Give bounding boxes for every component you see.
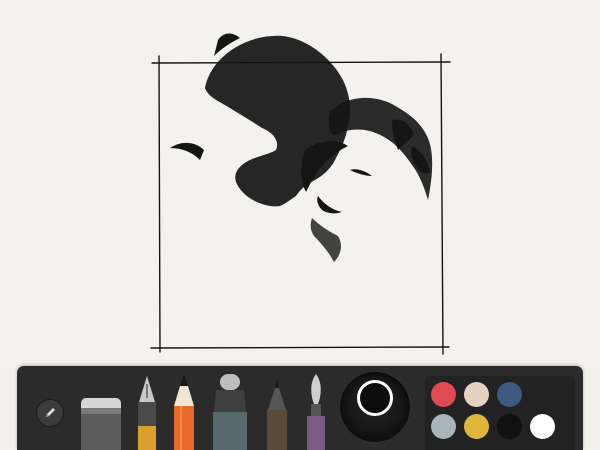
marker-icon [213,374,247,450]
color-wheel-button[interactable] [340,372,410,442]
tool-tray [17,366,583,450]
fountain-pen-tool[interactable] [135,374,159,450]
color-palette [425,376,575,450]
drawing-canvas[interactable] [0,0,600,365]
fountain-pen-band [138,426,156,450]
sketch-artwork [150,33,451,355]
brush-tool[interactable] [304,374,328,450]
pen-tool[interactable] [264,378,290,450]
eraser-icon [81,398,121,450]
swatch-gray[interactable] [431,414,456,439]
marker-tool[interactable] [210,374,250,450]
swatch-white[interactable] [530,414,555,439]
eraser-tool[interactable] [80,394,122,450]
swatch-red[interactable] [431,382,456,407]
swatch-beige[interactable] [464,382,489,407]
fountain-pen-icon [138,376,156,450]
pencil-tool[interactable] [172,374,196,450]
sketch-figures [170,33,433,262]
pencil-tool-icon [174,374,194,450]
current-color-indicator [357,380,393,416]
pen-icon [267,378,287,450]
brush-icon [307,374,325,450]
menu-button[interactable] [36,399,64,427]
swatch-black[interactable] [497,414,522,439]
pencil-icon [46,408,55,417]
swatch-navy[interactable] [497,382,522,407]
swatch-yellow[interactable] [464,414,489,439]
